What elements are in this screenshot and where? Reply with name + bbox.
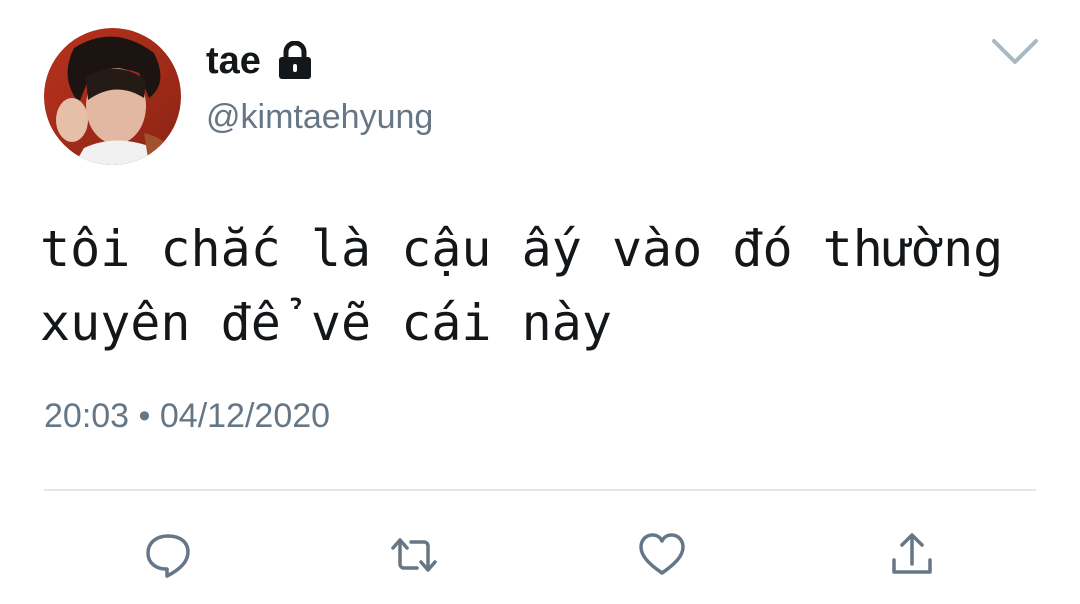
- reply-icon: [146, 534, 190, 578]
- heart-icon: [639, 533, 685, 575]
- tweet-menu-button[interactable]: [990, 36, 1040, 66]
- avatar-image: [44, 28, 181, 165]
- avatar[interactable]: [44, 28, 181, 165]
- lock-icon: [277, 41, 313, 81]
- chevron-down-icon: [992, 39, 1038, 64]
- retweet-icon: [391, 538, 437, 572]
- author-row: tae: [206, 38, 313, 84]
- display-name[interactable]: tae: [206, 38, 261, 84]
- retweet-button[interactable]: [389, 530, 439, 580]
- like-button[interactable]: [637, 530, 687, 580]
- reply-button[interactable]: [143, 530, 193, 580]
- tweet-text: tôi chắc là cậu ấy vào đó thường xuyên đ…: [40, 220, 1004, 352]
- share-icon: [892, 533, 932, 574]
- tweet-timestamp[interactable]: 20:03 • 04/12/2020: [44, 394, 330, 438]
- author-handle[interactable]: @kimtaehyung: [206, 96, 433, 138]
- divider: [44, 489, 1036, 491]
- share-button[interactable]: [887, 530, 937, 580]
